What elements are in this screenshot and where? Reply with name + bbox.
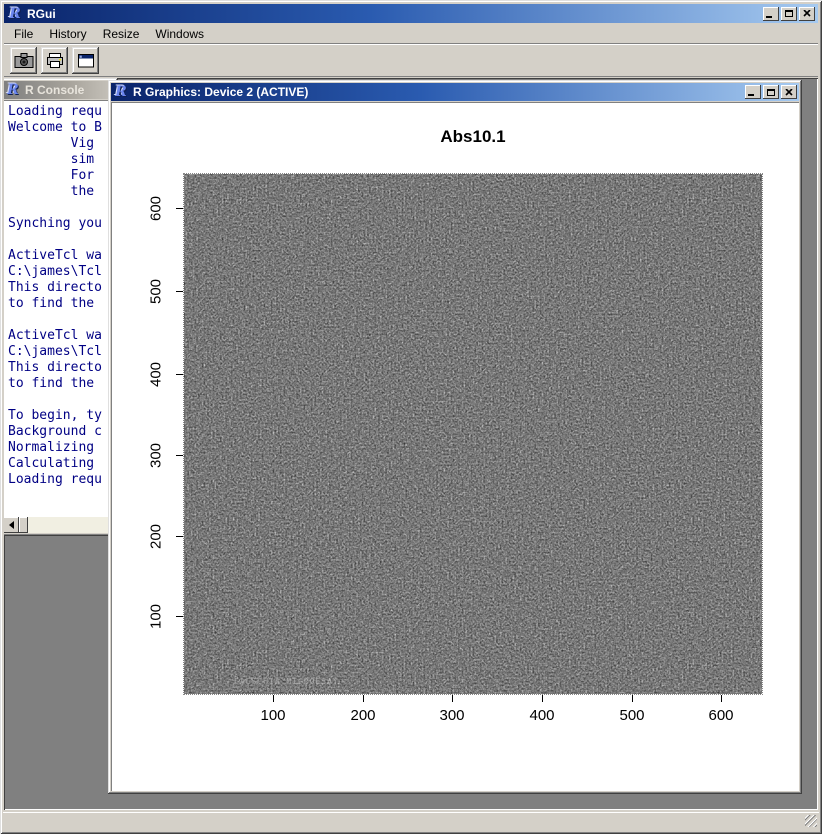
graphics-window-title: R Graphics: Device 2 (ACTIVE) [133, 85, 308, 99]
y-tick [176, 291, 183, 292]
arrow-left-icon [5, 521, 14, 529]
plot-title: Abs10.1 [184, 127, 762, 147]
y-tick-label: 200 [149, 520, 164, 554]
rgui-main-window: R RGui File History Resize Windows [0, 0, 822, 834]
menu-windows[interactable]: Windows [147, 25, 212, 43]
x-tick-label: 400 [520, 707, 564, 724]
mdi-client-area: R R Console Loading requ Welcome to B Vi… [4, 78, 818, 810]
main-window-controls [763, 7, 815, 21]
main-window-title: RGui [27, 7, 56, 21]
main-titlebar[interactable]: R RGui [4, 4, 818, 23]
plot-area: CALSCHIA MICROESAY 100 200 300 400 500 6… [184, 174, 762, 694]
x-tick-label: 300 [430, 707, 474, 724]
close-icon [785, 89, 793, 96]
y-tick [176, 455, 183, 456]
y-tick-label: 400 [149, 358, 164, 392]
x-tick-label: 600 [699, 707, 743, 724]
menu-file[interactable]: File [6, 25, 41, 43]
x-tick [363, 695, 364, 702]
y-tick-label: 500 [149, 275, 164, 309]
minimize-button[interactable] [763, 7, 779, 21]
r-logo-icon[interactable]: R [7, 6, 23, 22]
r-logo-icon[interactable]: R [5, 82, 21, 98]
console-title: R Console [25, 83, 84, 97]
x-tick [721, 695, 722, 702]
y-tick-label: 100 [149, 600, 164, 634]
x-tick [273, 695, 274, 702]
minimize-icon [748, 94, 754, 96]
y-tick-label: 300 [149, 439, 164, 473]
console-window: R R Console Loading requ Welcome to B Vi… [4, 78, 118, 536]
scrollbar-thumb[interactable] [19, 517, 28, 533]
scrollbar-track[interactable] [28, 517, 115, 533]
etched-dotted-line [192, 689, 492, 690]
microarray-image [184, 174, 762, 694]
maximize-icon [767, 89, 775, 96]
menu-history[interactable]: History [41, 25, 94, 43]
return-focus-console-button[interactable] [72, 47, 99, 74]
y-tick [176, 536, 183, 537]
graphics-window-controls [745, 85, 797, 99]
console-hscrollbar[interactable] [4, 517, 115, 533]
copy-to-clipboard-button[interactable] [10, 47, 37, 74]
menu-resize[interactable]: Resize [95, 25, 148, 43]
minimize-button[interactable] [745, 85, 761, 99]
y-tick [176, 616, 183, 617]
resize-grip[interactable] [805, 815, 817, 827]
scroll-left-button[interactable] [4, 517, 19, 533]
y-tick-label: 600 [149, 192, 164, 226]
console-output-area[interactable]: Loading requ Welcome to B Vig sim For th… [4, 100, 115, 517]
printer-icon [45, 52, 65, 69]
x-tick-label: 500 [610, 707, 654, 724]
graphics-canvas: Abs10.1 [111, 102, 799, 791]
r-logo-icon[interactable]: R [113, 84, 129, 100]
close-button[interactable] [781, 85, 797, 99]
graphics-titlebar[interactable]: R R Graphics: Device 2 (ACTIVE) [111, 83, 799, 101]
close-button[interactable] [799, 7, 815, 21]
x-tick [452, 695, 453, 702]
console-text[interactable]: Loading requ Welcome to B Vig sim For th… [8, 104, 115, 488]
graphics-window: R R Graphics: Device 2 (ACTIVE) Abs10.1 [108, 80, 802, 794]
minimize-icon [766, 16, 772, 18]
close-icon [803, 10, 811, 17]
etched-slide-label: CALSCHIA MICROESAY [234, 677, 454, 686]
y-tick [176, 374, 183, 375]
x-tick-label: 100 [251, 707, 295, 724]
y-tick [176, 208, 183, 209]
faint-grid-artifact [262, 619, 332, 637]
maximize-icon [785, 10, 793, 17]
print-button[interactable] [41, 47, 68, 74]
maximize-button[interactable] [763, 85, 779, 99]
toolbar [4, 43, 818, 77]
camera-icon [14, 52, 34, 69]
x-tick-label: 200 [341, 707, 385, 724]
x-tick [542, 695, 543, 702]
statusbar [3, 812, 819, 829]
console-window-icon [77, 53, 95, 69]
menubar: File History Resize Windows [4, 24, 818, 43]
maximize-button[interactable] [781, 7, 797, 21]
x-tick [632, 695, 633, 702]
console-titlebar[interactable]: R R Console [4, 81, 115, 99]
